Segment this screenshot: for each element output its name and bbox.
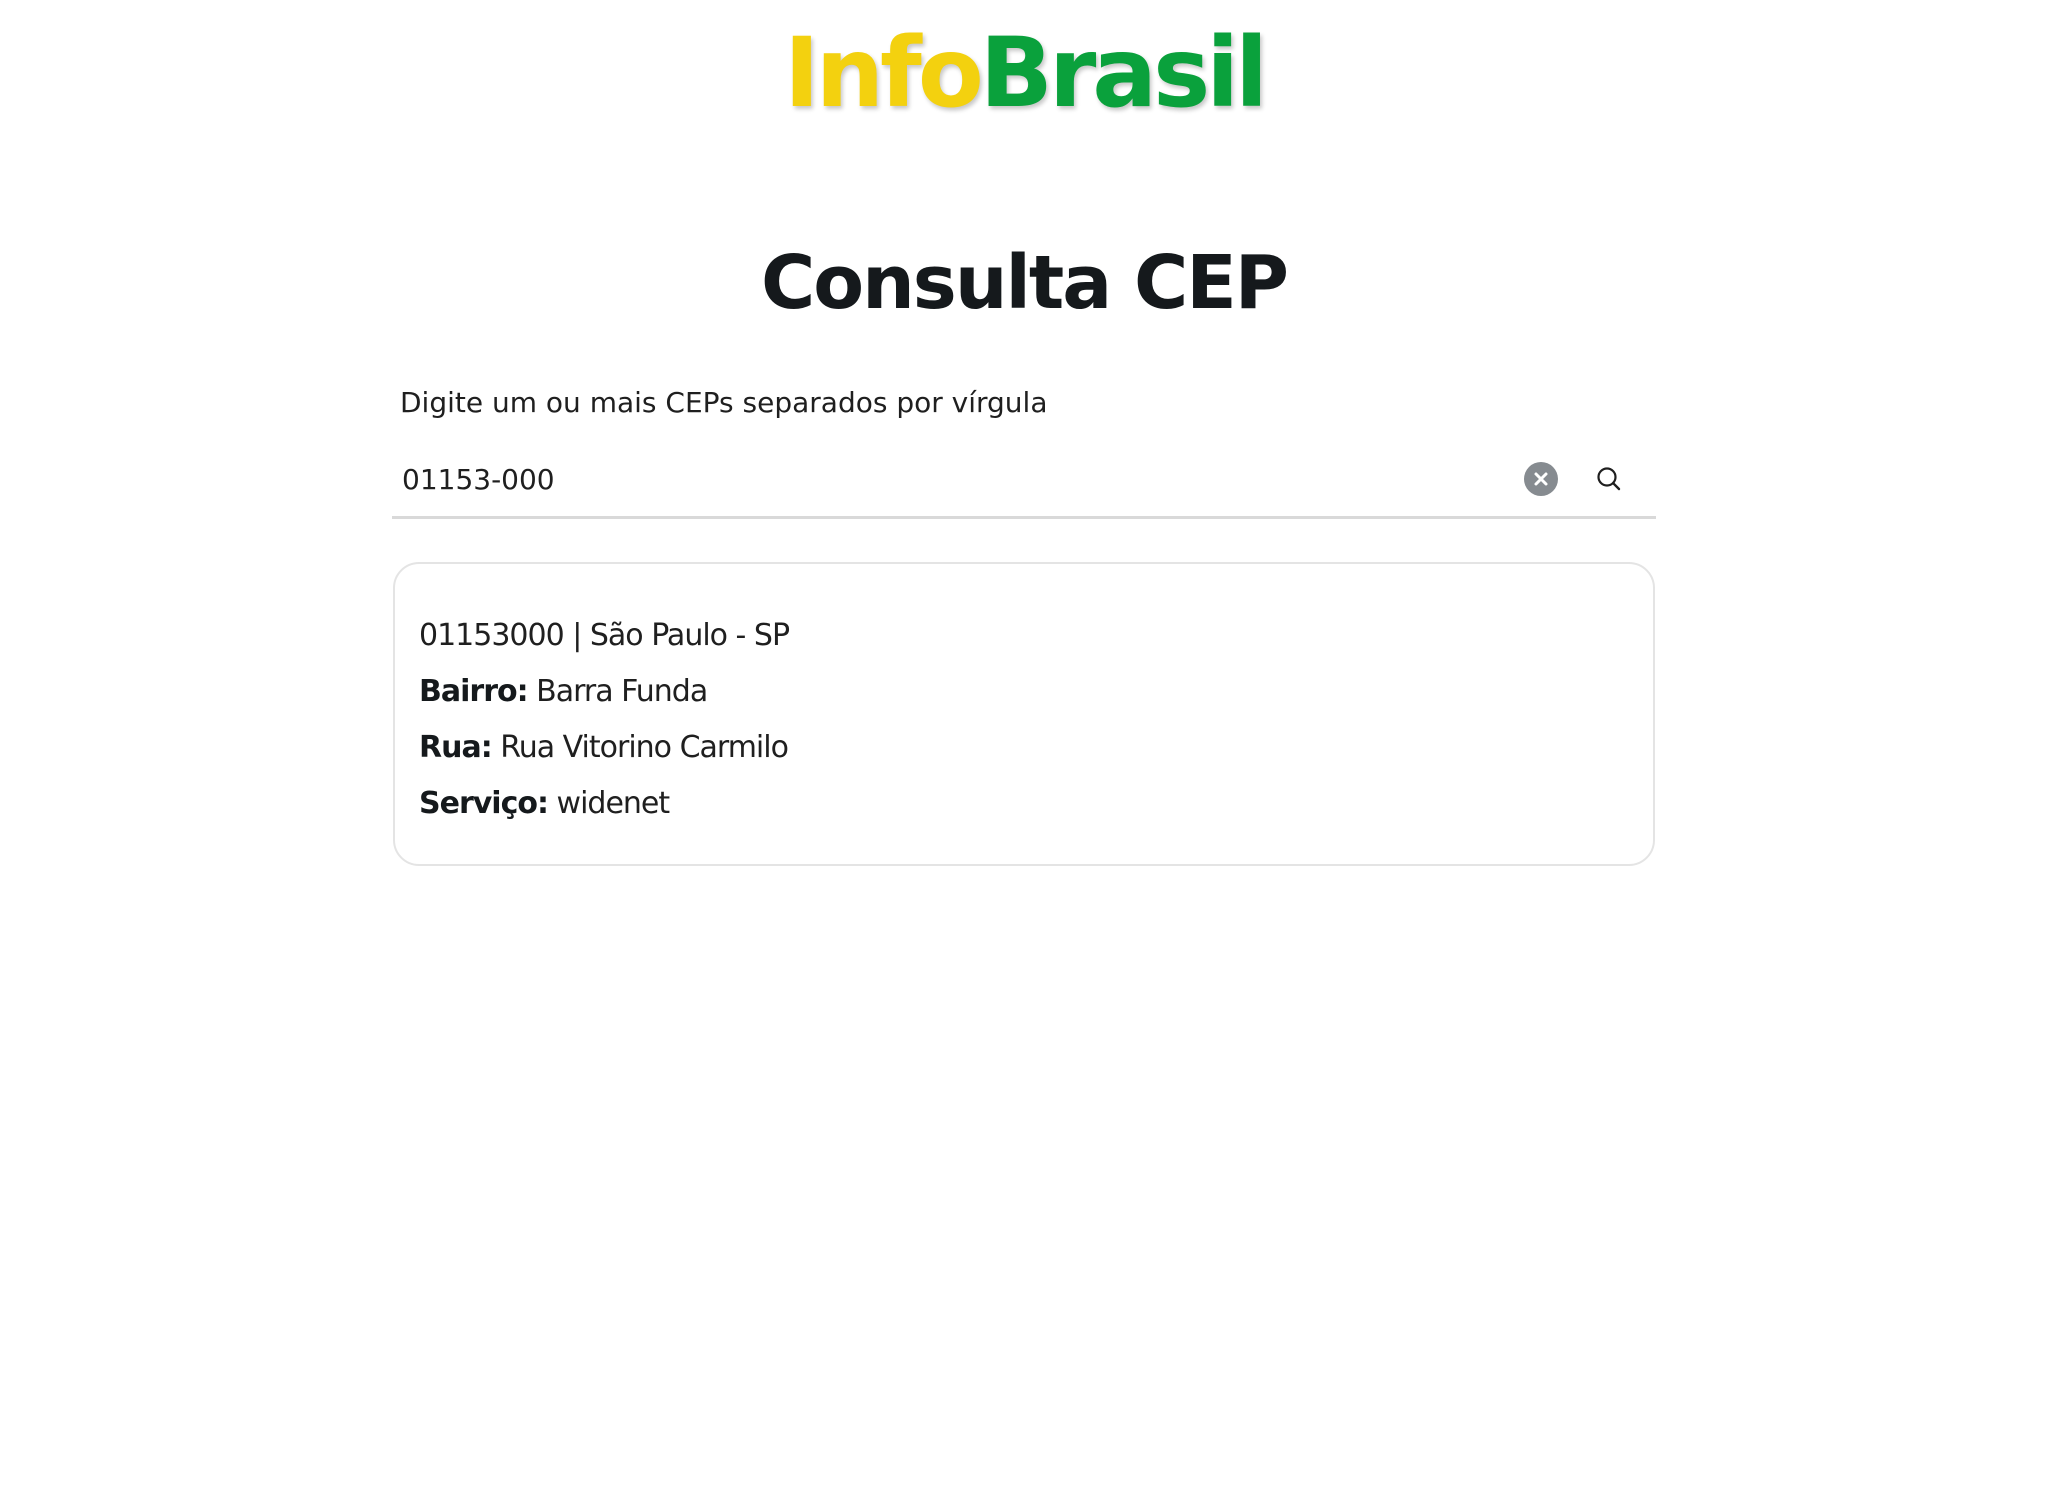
page-title: Consulta CEP [760, 240, 1289, 326]
rua-value: Rua Vitorino Carmilo [500, 730, 789, 765]
result-rua: Rua: Rua Vitorino Carmilo [419, 720, 1629, 776]
close-circle-icon [1534, 472, 1548, 486]
cep-search-input[interactable] [402, 454, 1502, 504]
bairro-value: Barra Funda [536, 674, 708, 709]
page: InfoBrasil Consulta CEP Digite um ou mai… [0, 0, 2048, 1502]
bairro-label: Bairro: [419, 674, 529, 709]
search-button[interactable] [1590, 460, 1628, 498]
magnifier-icon [1597, 467, 1621, 491]
infobrasil-logo[interactable]: InfoBrasil [0, 18, 2048, 128]
result-bairro: Bairro: Barra Funda [419, 664, 1629, 720]
rua-label: Rua: [419, 730, 493, 765]
logo-part-brasil: Brasil [979, 17, 1268, 129]
result-header: 01153000 | São Paulo - SP [419, 618, 790, 653]
search-label: Digite um ou mais CEPs separados por vír… [400, 386, 1048, 419]
logo-part-info: Info [783, 17, 984, 129]
cep-search-bar [392, 448, 1656, 519]
clear-search-button[interactable] [1524, 462, 1558, 496]
servico-label: Serviço: [419, 786, 549, 821]
cep-result-card: 01153000 | São Paulo - SP Bairro: Barra … [393, 562, 1655, 866]
servico-value: widenet [556, 786, 671, 821]
result-servico: Serviço: widenet [419, 776, 1629, 832]
